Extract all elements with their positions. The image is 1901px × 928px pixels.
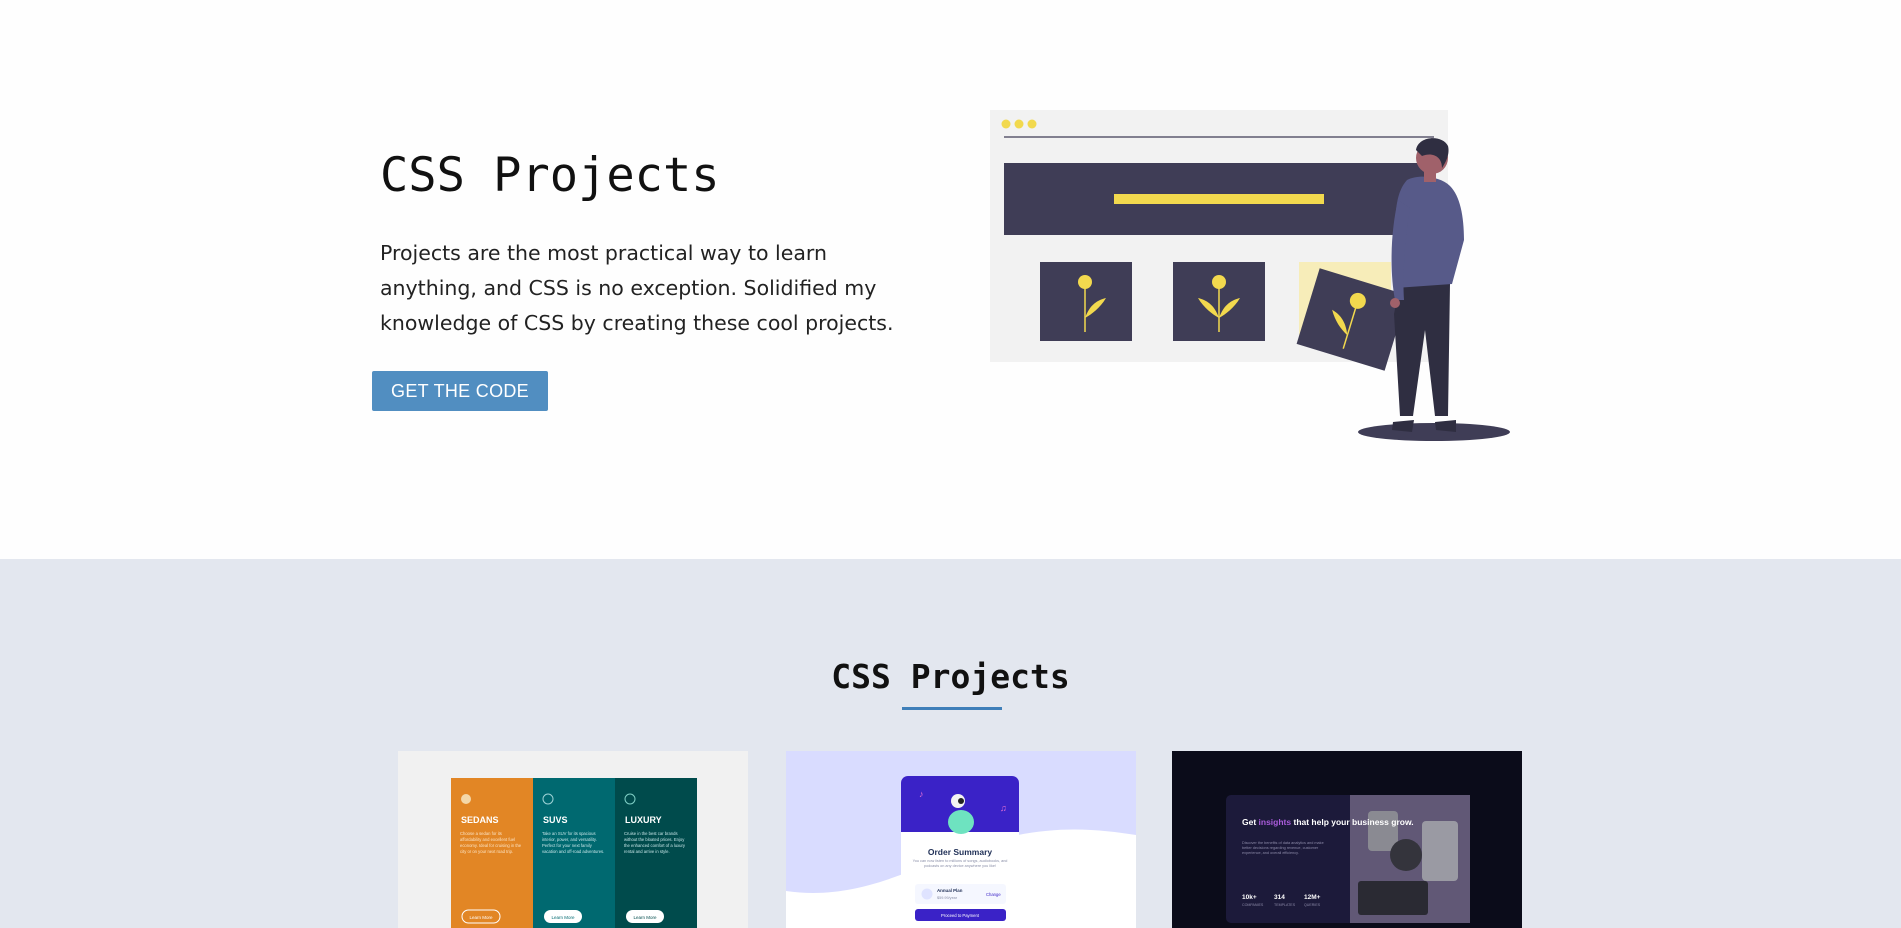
- project-card-order-summary[interactable]: ♪ ♫ Order Summary You can now listen to …: [786, 751, 1136, 928]
- photo-shape: [1422, 821, 1458, 881]
- stat-label: QUERIES: [1304, 903, 1321, 907]
- project-card-insights[interactable]: Get insights that help your business gro…: [1172, 751, 1522, 928]
- projects-section-title: CSS Projects: [831, 657, 1070, 696]
- get-the-code-button[interactable]: GET THE CODE: [372, 371, 548, 411]
- proceed-label: Proceed to Payment: [941, 913, 980, 918]
- projects-section: CSS Projects SEDANS SUVS LUXURY Choose a…: [0, 559, 1901, 928]
- column-text: Choose a sedan for its affordability and…: [460, 831, 522, 854]
- stat-value: 314: [1274, 894, 1285, 901]
- summary-heading: Order Summary: [928, 847, 993, 857]
- window-dot: [1014, 119, 1024, 129]
- music-icon: [921, 888, 933, 900]
- summary-text: You can now listen to millions of songs,…: [912, 859, 1008, 869]
- music-note-icon: ♪: [919, 789, 924, 799]
- stat-label: COMPANIES: [1242, 903, 1264, 907]
- title-underline: [902, 707, 1002, 710]
- dancer-figure: [948, 810, 974, 834]
- column-title: SUVS: [543, 815, 568, 825]
- stat-value: 10k+: [1242, 894, 1257, 901]
- dancer-hair: [958, 798, 964, 804]
- change-link[interactable]: Change: [986, 892, 1001, 897]
- web-design-illustration: [990, 110, 1510, 441]
- banner-bar: [1114, 194, 1324, 204]
- heading-accent: insights: [1259, 817, 1292, 827]
- stat-value: 12M+: [1304, 894, 1321, 901]
- music-note-icon: ♫: [1000, 803, 1007, 813]
- learn-more-label: Learn More: [469, 915, 493, 920]
- column-text: Take an SUV for its spacious interior, p…: [542, 831, 605, 854]
- column-text: Cruise in the best car brands without th…: [624, 831, 685, 854]
- column-title: SEDANS: [461, 815, 499, 825]
- insights-heading: Get insights that help your business gro…: [1242, 817, 1414, 827]
- window-dot: [1001, 119, 1011, 129]
- flower-tile: [1173, 262, 1265, 341]
- photo-shape: [1390, 839, 1422, 871]
- hero-section: CSS Projects Projects are the most pract…: [0, 0, 1901, 559]
- flower-tile: [1040, 262, 1132, 341]
- plan-name: Annual Plan: [937, 888, 963, 893]
- learn-more-label: Learn More: [633, 915, 657, 920]
- window-dot: [1027, 119, 1037, 129]
- heading-post: that help your business grow.: [1291, 817, 1413, 827]
- columns-preview: SEDANS SUVS LUXURY Choose a sedan for it…: [451, 778, 697, 928]
- stat-label: TEMPLATES: [1274, 903, 1296, 907]
- photo-shape: [1358, 881, 1428, 915]
- hero-title: CSS Projects: [380, 148, 720, 203]
- learn-more-label: Learn More: [551, 915, 575, 920]
- insights-text: Discover the benefits of data analytics …: [1242, 841, 1324, 856]
- hero-description: Projects are the most practical way to l…: [380, 241, 894, 335]
- project-card-columns[interactable]: SEDANS SUVS LUXURY Choose a sedan for it…: [398, 751, 748, 928]
- heading-pre: Get: [1242, 817, 1259, 827]
- plan-price: $59.99/year: [937, 896, 958, 900]
- sedan-icon: [461, 794, 471, 804]
- column-title: LUXURY: [625, 815, 662, 825]
- insights-preview: Get insights that help your business gro…: [1226, 795, 1470, 923]
- order-summary-preview: ♪ ♫ Order Summary You can now listen to …: [786, 776, 1136, 928]
